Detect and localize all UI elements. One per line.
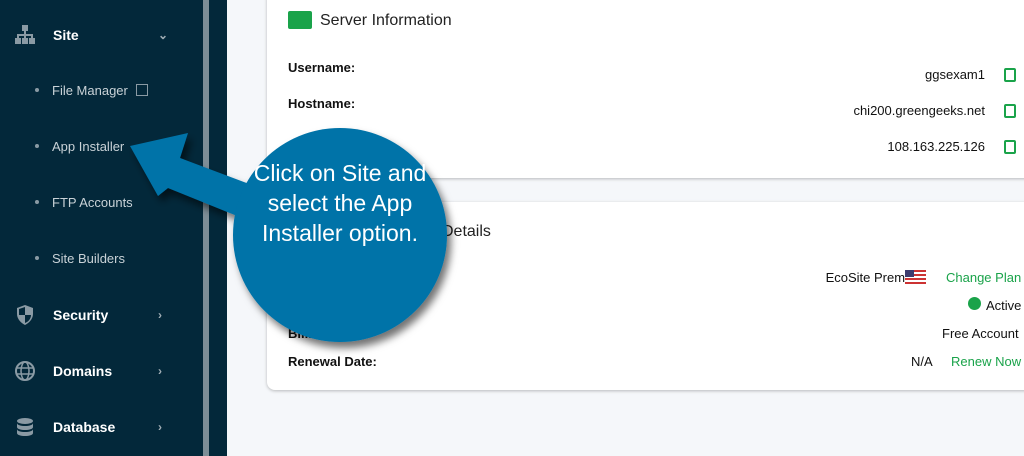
chevron-down-icon: ⌄ [158,28,169,42]
hostname-label: Hostname: [288,96,356,111]
renew-now-link[interactable]: Renew Now [951,354,1021,369]
sidebar-item-file-manager[interactable]: File Manager [0,75,200,105]
callout-text: Click on Site and select the App Install… [253,160,427,246]
bullet-icon [35,200,39,204]
sidebar-item-database[interactable]: Database › [0,407,200,447]
sidebar-item-site[interactable]: Site ⌄ [0,15,200,55]
sidebar-item-label: Domains [53,363,113,379]
card-title: Details [442,223,491,240]
external-link-icon [136,84,148,96]
sidebar: Site ⌄ File Manager App Installer FTP Ac… [0,0,227,456]
card-title: Server Information [320,12,452,29]
sidebar-item-app-installer[interactable]: App Installer [0,131,200,161]
chevron-right-icon: › [158,308,162,322]
billing-cycle-value: Free Account [942,326,1019,341]
copy-icon[interactable] [1004,104,1016,118]
status-dot-icon [968,297,981,310]
bullet-icon [35,256,39,260]
username-label: Username: [288,60,356,75]
status-value: Active [986,298,1022,313]
sidebar-scrollbar[interactable] [203,0,209,456]
id-card-icon [288,11,312,29]
sidebar-item-label: Security [53,307,109,323]
sidebar-item-label: App Installer [52,138,125,154]
sidebar-item-label: File Manager [52,82,128,98]
copy-icon[interactable] [1004,140,1016,154]
renewal-date-value: N/A [911,354,933,369]
sidebar-item-site-builders[interactable]: Site Builders [0,243,200,273]
billing-cycle-label: Billing Cycle: [288,326,371,341]
database-icon [17,418,33,436]
sidebar-item-label: Site Builders [52,250,125,266]
sidebar-item-security[interactable]: Security › [0,295,200,335]
sidebar-item-label: FTP Accounts [52,194,133,210]
sidebar-item-domains[interactable]: Domains › [0,351,200,391]
renewal-date-label: Renewal Date: [288,354,377,369]
hostname-value: chi200.greengeeks.net [853,103,985,118]
ip-address-value: 108.163.225.126 [887,139,985,154]
sidebar-item-ftp-accounts[interactable]: FTP Accounts [0,187,200,217]
chevron-right-icon: › [158,364,162,378]
sitemap-icon [15,25,35,44]
bullet-icon [35,88,39,92]
server-information-card: Server Information Username: ggsexam1 Ho… [267,0,1024,178]
shield-icon [17,305,33,325]
username-value: ggsexam1 [925,67,985,82]
chevron-right-icon: › [158,420,162,434]
us-flag-icon [905,270,926,284]
bullet-icon [35,144,39,148]
globe-icon [15,361,35,381]
sidebar-item-label: Database [53,419,116,435]
sidebar-item-label: Site [53,27,79,43]
copy-icon[interactable] [1004,68,1016,82]
change-plan-link[interactable]: Change Plan [946,270,1021,285]
